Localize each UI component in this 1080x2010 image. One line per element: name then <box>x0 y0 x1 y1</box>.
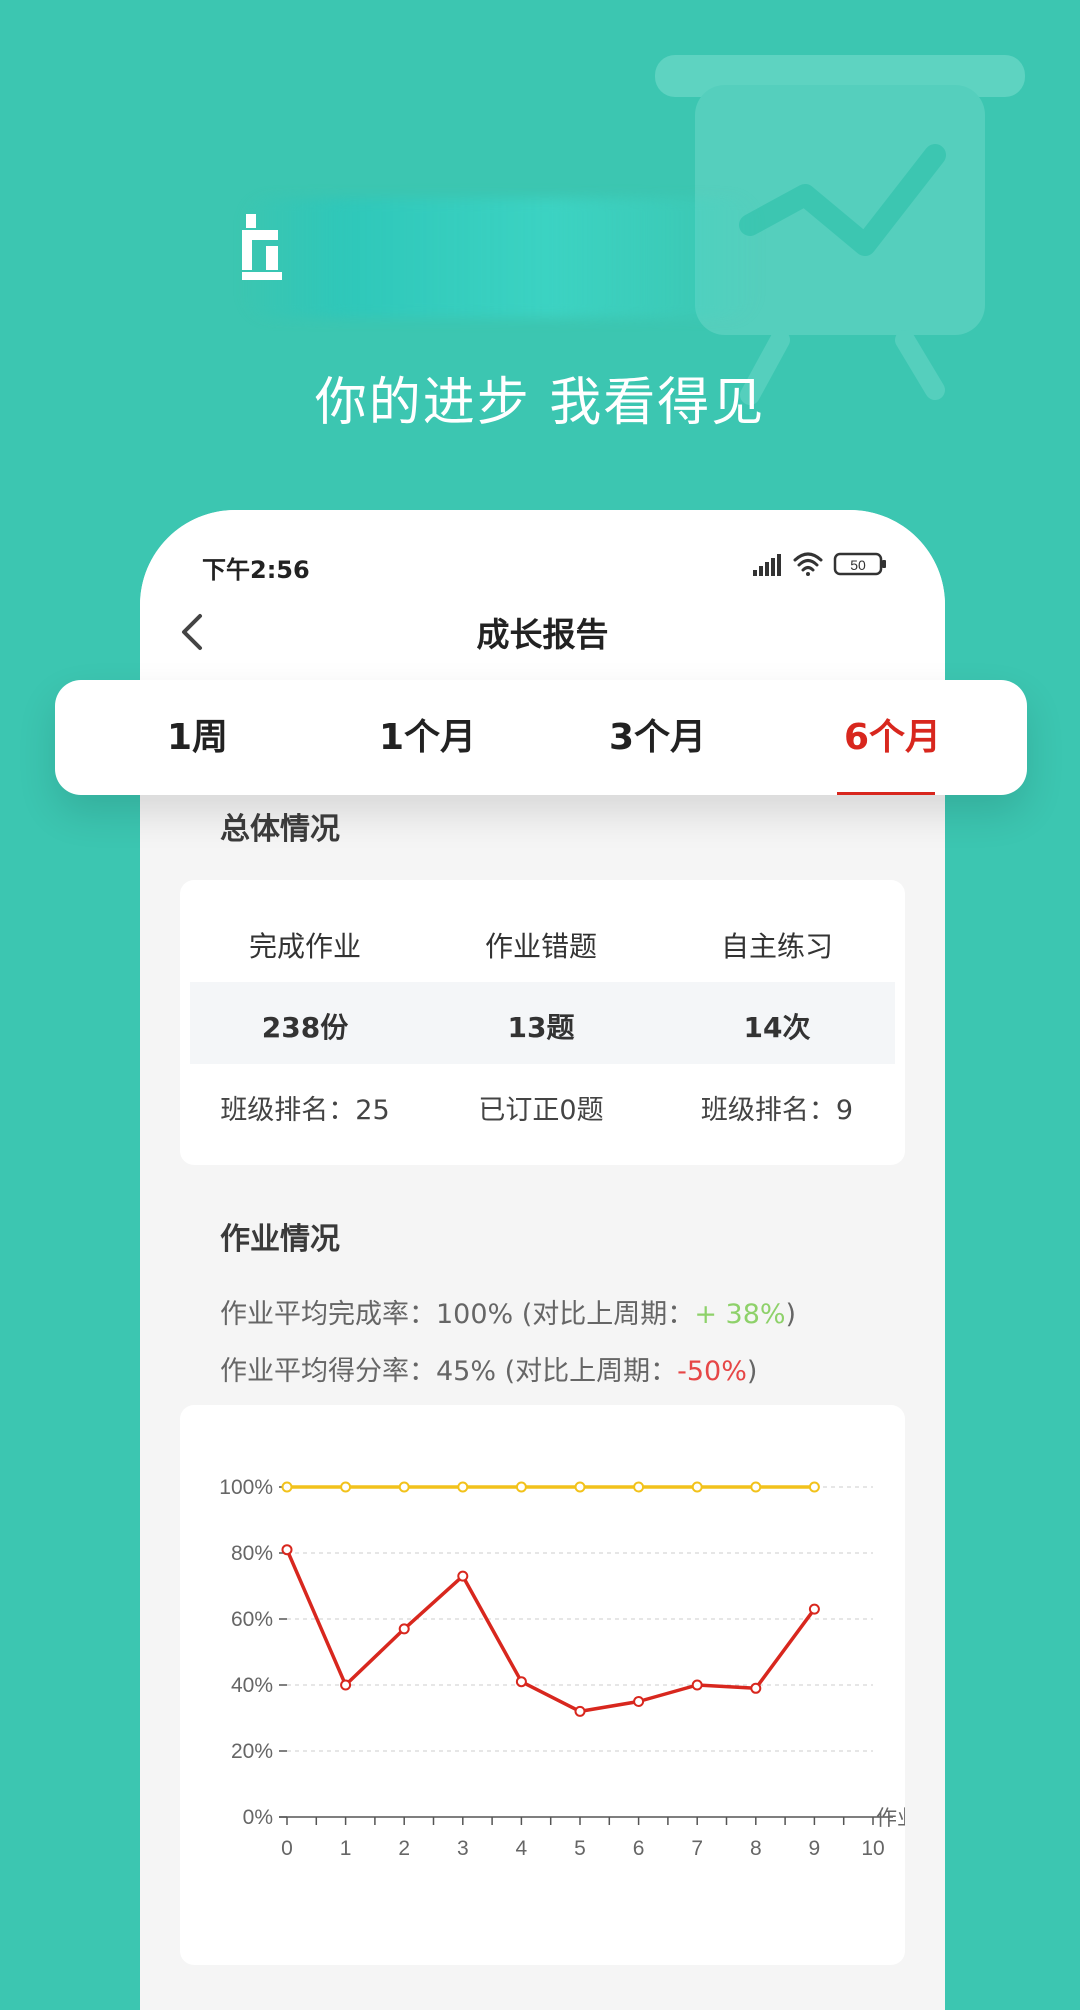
x-tick-label: 9 <box>809 1837 821 1860</box>
homework-line-chart: 0% 20% 40% 60% 80% 100% 0 1 2 3 4 5 6 7 8 9 10 作业 <box>219 1476 905 1860</box>
y-tick-label: 20% <box>231 1740 273 1763</box>
series-0-point <box>633 1481 645 1493</box>
score-rate-line: 作业平均得分率：45% (对比上周期：-50%) <box>220 1349 757 1388</box>
series-0-point <box>574 1481 586 1493</box>
series-0-point <box>808 1481 820 1493</box>
signal-icon <box>753 554 781 576</box>
series-0-point <box>340 1481 352 1493</box>
completion-rate-line: 作业平均完成率：100% (对比上周期：+ 38%) <box>220 1292 796 1331</box>
score-close-paren: ) <box>746 1356 758 1387</box>
x-tick-label: 6 <box>633 1837 645 1860</box>
y-tick-label: 80% <box>231 1542 273 1565</box>
tab-6-months[interactable]: 6个月 <box>800 680 985 795</box>
y-tick-label: 100% <box>219 1476 273 1499</box>
status-icons: 50 <box>753 552 886 576</box>
series-1-point <box>633 1696 645 1707</box>
stat-head-completed: 完成作业 <box>248 930 361 963</box>
stat-value-mistakes: 13题 <box>507 1011 575 1044</box>
y-tick-label: 60% <box>231 1608 273 1631</box>
series-1-point <box>750 1682 762 1694</box>
stat-sub-completed-rank: 班级排名：25 <box>220 1095 390 1126</box>
series-0-point <box>281 1481 293 1493</box>
stat-sub-corrected: 已订正0题 <box>478 1095 604 1126</box>
x-tick-label: 5 <box>574 1837 586 1860</box>
active-tab-indicator <box>837 792 935 795</box>
series-0-point <box>398 1481 410 1493</box>
x-tick-label: 2 <box>398 1837 410 1860</box>
stat-sub-practice-rank: 班级排名：9 <box>700 1095 854 1126</box>
series-1-point <box>398 1623 410 1635</box>
series-0-point <box>457 1481 469 1493</box>
battery-icon: 50 <box>833 552 886 576</box>
status-time: 下午2:56 <box>202 556 310 584</box>
stat-value-completed: 238份 <box>261 1011 349 1044</box>
x-tick-label: 10 <box>861 1837 884 1860</box>
overall-section-title: 总体情况 <box>220 812 340 847</box>
x-tick-label: 7 <box>691 1837 703 1860</box>
tab-1-week[interactable]: 1周 <box>105 680 290 795</box>
battery-level: 50 <box>850 557 866 573</box>
score-rate-label: 作业平均得分率：45% (对比上周期： <box>220 1356 678 1387</box>
x-tick-label: 1 <box>340 1837 352 1860</box>
wifi-icon <box>793 552 823 576</box>
hero-title-blurred <box>240 198 760 318</box>
page-title: 成长报告 <box>476 615 609 654</box>
x-tick-label: 0 <box>281 1837 293 1860</box>
series-1-point <box>691 1679 703 1691</box>
x-tick-label: 4 <box>516 1837 528 1860</box>
completion-rate-delta: + 38% <box>694 1299 786 1330</box>
y-tick-label: 0% <box>243 1806 273 1829</box>
completion-rate-label: 作业平均完成率：100% (对比上周期： <box>220 1299 695 1330</box>
x-tick-label: 3 <box>457 1837 469 1860</box>
series-0-point <box>750 1481 762 1493</box>
series-1-point <box>281 1544 293 1556</box>
stat-head-practice: 自主练习 <box>720 930 833 963</box>
series-1-point <box>515 1676 527 1688</box>
homework-section-title: 作业情况 <box>220 1222 340 1257</box>
series-1-point <box>457 1570 469 1582</box>
series-1-point <box>808 1603 820 1615</box>
score-rate-delta: -50% <box>677 1356 747 1387</box>
series-1-point <box>340 1679 352 1691</box>
series-1-line <box>285 1549 816 1714</box>
period-tabs: 1周 1个月 3个月 6个月 <box>55 680 1027 795</box>
series-0-point <box>691 1481 703 1493</box>
completion-close-paren: ) <box>785 1299 797 1330</box>
tab-3-months[interactable]: 3个月 <box>565 680 750 795</box>
x-tick-label: 8 <box>750 1837 762 1860</box>
stat-head-mistakes: 作业错题 <box>484 930 597 963</box>
series-1-point <box>574 1705 586 1717</box>
tab-1-month[interactable]: 1个月 <box>335 680 520 795</box>
series-0-point <box>515 1481 527 1493</box>
hero-title-glyph <box>242 214 282 280</box>
x-axis-label: 作业 <box>876 1807 905 1830</box>
hero-slogan: 你的进步 我看得见 <box>314 373 766 433</box>
stat-value-practice: 14次 <box>743 1011 811 1044</box>
y-tick-label: 40% <box>231 1674 273 1697</box>
